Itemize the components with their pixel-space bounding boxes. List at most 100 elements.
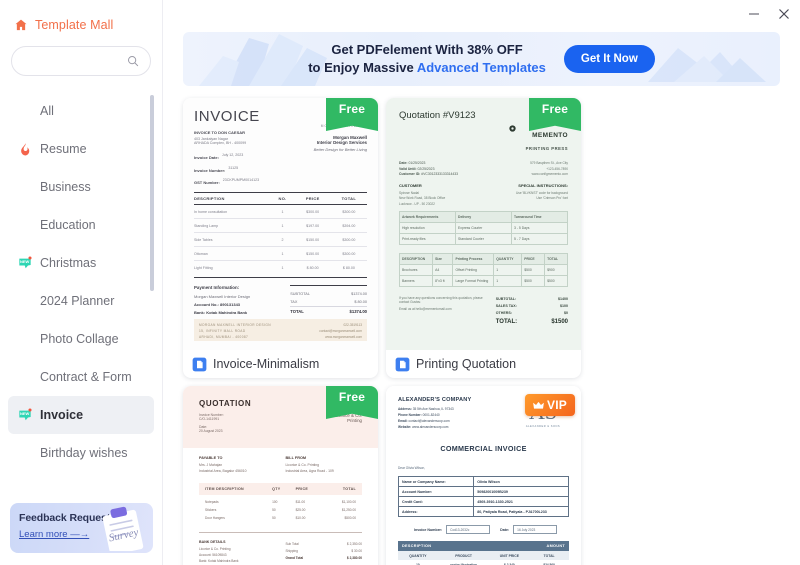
banner-text: Get PDFelement With 38% OFF to Enjoy Mas… [308,41,546,77]
preview-cell: Offset Printing [453,264,495,275]
preview-logo-caption: ALEXANDER & SONS [525,425,561,428]
search-icon[interactable] [126,54,140,68]
preview-cell: $11.00 [295,500,306,504]
promo-banner[interactable]: Get PDFelement With 38% OFF to Enjoy Mas… [183,32,780,86]
preview-cell: Brochures [400,264,434,275]
search-box[interactable] [11,46,151,76]
preview-meta-value: 0001-82440 [422,413,440,417]
preview-cell: Express Courier [456,222,512,233]
pdf-file-icon [192,357,207,371]
preview-bank-line: Account: 56109843 [199,553,227,557]
preview-bar-left: DESCRIPTION [402,544,432,548]
preview-col: PRICE [522,253,546,264]
memento-logo-icon [509,124,516,132]
close-icon[interactable] [776,6,792,22]
preview-cell: Notepads [205,500,219,504]
preview-payment-line: Account No.: 890131343 [194,302,241,307]
sidebar-item-christmas[interactable]: NEW Christmas [8,244,154,282]
preview-contact-line: 579 Baspthen St., Ave City [530,161,568,165]
preview-invoice-number-value: Cod13-2032c [446,525,491,534]
sidebar-item-invoice[interactable]: NEW Invoice [8,396,154,434]
preview-spec-table: Artwork Requirements Delivery Turnaround T… [399,210,568,245]
vip-badge: VIP [525,394,575,416]
preview-cell: In home consultation [194,209,228,214]
preview-total-label: TOTAL: [495,318,518,325]
preview-cell: 50 [272,516,276,520]
sidebar-item-contract-form[interactable]: Contract & Form [8,358,154,396]
preview-total-label: OTHERS: [495,311,512,315]
preview-meta-label: Email: [398,419,408,423]
preview-cell: Ottoman [194,251,208,256]
preview-tagline: Better Design for Better Living [313,147,367,152]
preview-meta-label: Phone Number: [398,413,422,417]
preview-total-value: $ 2,380.00 [346,555,362,560]
preview-payment-heading: Payment Information: [194,285,240,290]
preview-date-value: 20 August 2023 [199,429,223,433]
feedback-request-banner[interactable]: Feedback Request Learn more —→ Survey [10,503,153,553]
sidebar-item-birthday-wishes[interactable]: Birthday wishes [8,434,154,472]
preview-cell: $10.00 [295,516,306,520]
preview-cell: $197.00 [306,223,320,228]
sidebar-item-education[interactable]: Education [8,206,154,244]
template-thumbnail[interactable]: INVOICE INVOICE TO DON CAESAR 403 Jankal… [183,98,378,350]
preview-col: DESCRIPTION [194,196,225,201]
sidebar-item-photo-collage[interactable]: Photo Collage [8,320,154,358]
template-card[interactable]: INVOICE INVOICE TO DON CAESAR 403 Jankal… [183,98,378,378]
preview-total-label: Grand Total [285,555,304,560]
preview-total-value: $1374.00 [351,292,367,296]
preview-table-header: ITEM DESCRIPTION QTY PRICE TOTAL [199,483,362,495]
sidebar-item-resume[interactable]: Resume [8,130,154,168]
preview-number-label: Invoice Number: [194,167,226,173]
banner-line-2: to Enjoy Massive Advanced Templates [308,59,546,77]
sidebar-item-label: Photo Collage [40,332,119,346]
preview-col: QUANTITY [494,253,523,264]
preview-payment-line: Bank: Kotak Mahindra Bank [194,310,248,315]
preview-meta-label: Date: [399,161,408,165]
preview-cell: $900 [547,267,555,272]
preview-total-value: $1500 [551,318,568,325]
preview-customer-line: Spirose Nadal [399,190,420,195]
preview-cell: $1,250.00 [341,508,356,512]
template-card[interactable]: ALEXANDER'S COMPANY Address: 35 5th Ave … [386,386,581,565]
sidebar-item-label: All [40,104,54,118]
preview-invoice-value: C/O-1411991 [199,417,220,421]
sidebar-item-business[interactable]: Business [8,168,154,206]
preview-total-value: $ 2,350.00 [346,541,362,546]
search-input[interactable] [24,55,126,67]
preview-meta-label: Valid Until: [399,166,417,171]
preview-cell: 1 [494,264,523,275]
preview-cell: 1 [281,251,284,256]
preview-cell: 1 [281,265,284,270]
preview-body: PAYABLE TO Mrs. J Mahajan Industrial Are… [183,448,378,565]
card-title: Printing Quotation [416,357,517,371]
sidebar-scrollbar[interactable] [150,95,154,291]
sidebar-item-2024-planner[interactable]: 2024 Planner [8,282,154,320]
template-thumbnail[interactable]: QUOTATION Invoice Number: C/O-1411991 Da… [183,386,378,565]
template-card[interactable]: Quotation #V9123 MEMENTO PRINTING PRESS [386,98,581,378]
sidebar-item-all[interactable]: All [8,92,154,130]
sidebar: Template Mall All Resume Business Educat… [0,0,163,565]
preview-meta-value: #VC3012333133314433 [421,172,459,176]
preview-payable-heading: PAYABLE TO [199,456,223,460]
main-content: Get PDFelement With 38% OFF to Enjoy Mas… [163,0,800,565]
feedback-learn-more-link[interactable]: Learn more —→ [19,529,89,540]
preview-cell: $ 80.00 [306,265,319,270]
preview-cell: $150.00 [306,237,320,242]
preview-total-label: Shipping [285,548,298,553]
template-thumbnail[interactable]: Quotation #V9123 MEMENTO PRINTING PRESS [386,98,581,350]
preview-billfrom-line: Licorice & Co. Printing [285,463,320,467]
sidebar-item-label: Birthday wishes [40,446,128,460]
get-it-now-button[interactable]: Get It Now [563,45,655,73]
preview-table-header: QUANTITY PRODUCT UNIT PRICE TOTAL [398,551,569,560]
preview-payment-line: Morgan Maxwell Interior Design [194,294,251,299]
template-card[interactable]: QUOTATION Invoice Number: C/O-1411991 Da… [183,386,378,565]
preview-bank-heading: BANK DETAILS [199,540,226,544]
sidebar-item-label: 2024 Planner [40,294,115,308]
minimize-icon[interactable] [746,6,762,22]
preview-cell: $300.00 [342,209,356,214]
preview-date-label: Invoice Date: [194,155,219,160]
preview-customer-line: Lucknow - UP - 50 23022 [399,201,435,206]
preview-field-value: 50982001009B239 [477,489,508,494]
preview-cell: Light Fitting [194,265,213,270]
template-thumbnail[interactable]: ALEXANDER'S COMPANY Address: 35 5th Ave … [386,386,581,565]
